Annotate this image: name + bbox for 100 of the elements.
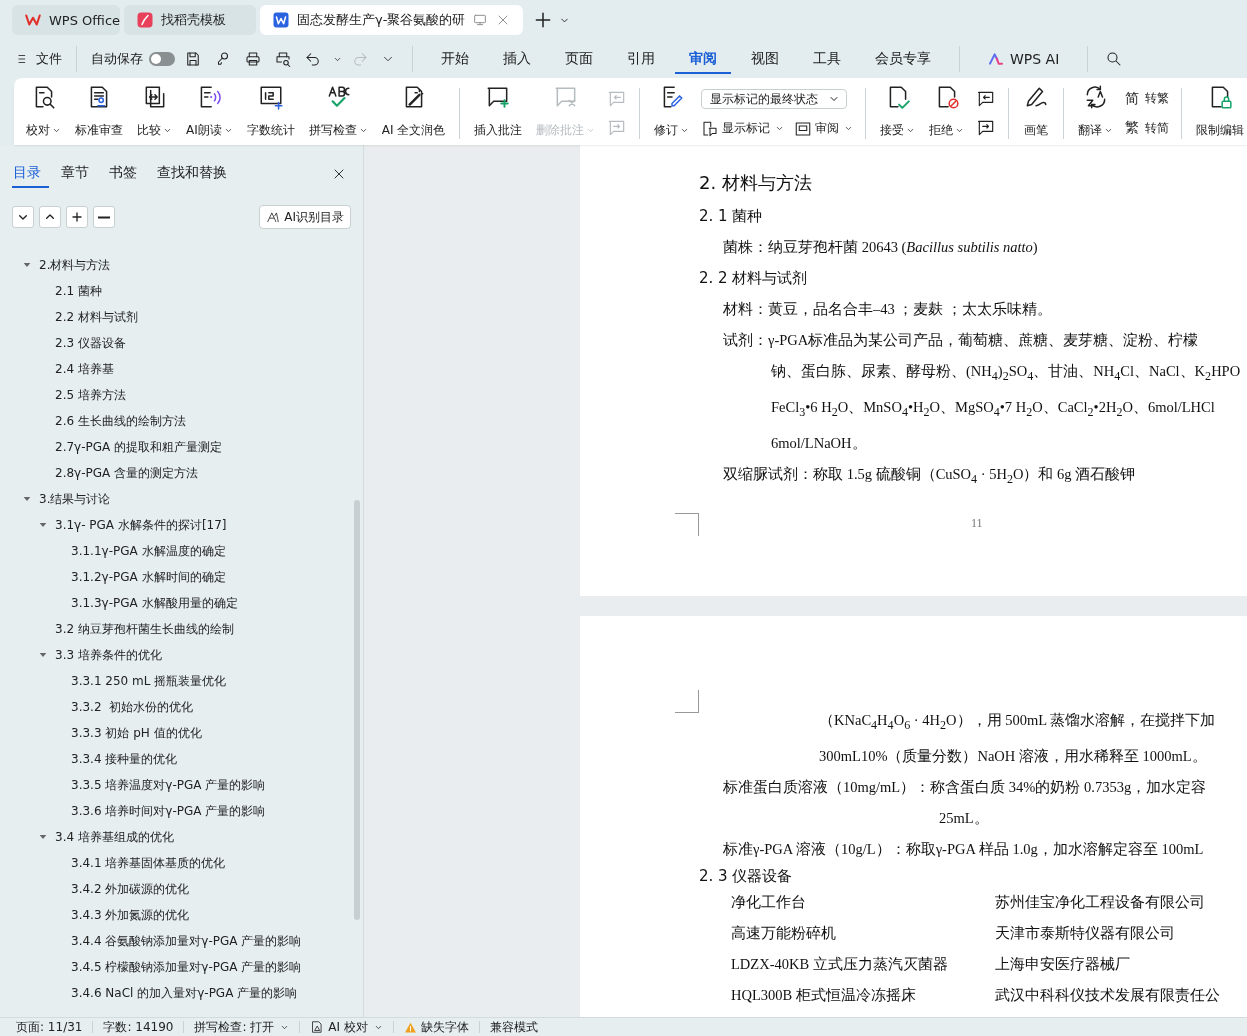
toc-item[interactable]: 3.4.2 外加碳源的优化 (71, 880, 190, 898)
ai-toc-button[interactable]: AI识别目录 (259, 205, 351, 229)
toc-item[interactable]: 3.4 培养基组成的优化 (55, 828, 174, 846)
toc-item[interactable]: 3.4.1 培养基固体基质的优化 (71, 854, 226, 872)
window-tab[interactable]: 找稻壳模板 (124, 5, 256, 35)
toc-item[interactable]: 3.4.6 NaCl 的加入量对γ-PGA 产量的影响 (71, 984, 298, 1002)
convert-button[interactable]: 简 转繁 (1125, 89, 1170, 108)
toc-item[interactable]: 2.5 培养方法 (55, 386, 126, 404)
manufacturer-name: 武汉中科科仪技术发展有限责任公 (995, 985, 1220, 1005)
caret-icon (223, 126, 233, 135)
document-warning-icon (310, 1020, 325, 1034)
chevron-down-button[interactable] (12, 206, 34, 228)
panel-tab[interactable]: 章节 (60, 160, 97, 188)
toc-item[interactable]: 2.3 仪器设备 (55, 334, 126, 352)
ribbon-tab[interactable]: 会员专享 (861, 44, 945, 74)
window-tab[interactable]: 固态发酵生产γ-聚谷氨酸的研 (260, 5, 524, 35)
chevron-up-button[interactable] (39, 206, 61, 228)
paragraph-line: 试剂：γ-PGA标准品为某公司产品，葡萄糖、蔗糖、麦芽糖、淀粉、柠檬 (722, 331, 1200, 350)
page-number: 11 (970, 515, 984, 531)
ribbon-button[interactable]: AI 全文润色 (375, 82, 452, 145)
toc-item[interactable]: 3.3.5 培养温度对γ-PGA 产量的影响 (71, 776, 266, 794)
save-icon[interactable] (184, 50, 202, 68)
toc-item[interactable]: 2.1 菌种 (55, 282, 102, 300)
undo-icon[interactable] (304, 50, 322, 68)
file-menu[interactable]: 文件 (16, 50, 62, 68)
toc-item[interactable]: 3.3.1 250 mL 摇瓶装量优化 (71, 672, 227, 690)
plus-button[interactable] (66, 206, 88, 228)
panel-tab[interactable]: 查找和替换 (156, 160, 235, 188)
toc-item[interactable]: 2.材料与方法 (39, 256, 111, 274)
status-menu[interactable]: 拼写检查: 打开 (194, 1018, 290, 1036)
equipment-name: 高速万能粉碎机 (731, 923, 837, 943)
toc-item[interactable]: 2.7γ-PGA 的提取和粗产量测定 (55, 438, 223, 456)
ribbon-button[interactable]: 限制编辑 (1190, 82, 1247, 145)
ribbon-button[interactable]: 审阅 (794, 119, 854, 138)
status-menu[interactable]: AI 校对 (310, 1018, 383, 1036)
ribbon-tab[interactable]: 引用 (613, 44, 669, 74)
ribbon-button[interactable]: AI朗读 (180, 82, 239, 145)
ribbon-button[interactable]: 插入批注 (468, 82, 529, 145)
ribbon-tab[interactable]: 视图 (737, 44, 793, 74)
status-button[interactable]: 缺失字体 (403, 1018, 469, 1036)
ribbon-button[interactable]: 拒绝 (923, 82, 971, 145)
toc-item[interactable]: 3.4.3 外加氮源的优化 (71, 906, 190, 924)
minus-button[interactable] (93, 206, 115, 228)
print-icon[interactable] (244, 50, 262, 68)
toc-item[interactable]: 3.1γ- PGA 水解条件的探讨[17] (55, 516, 227, 534)
equipment-name: LDZX-40KB 立式压力蒸汽灭菌器 (731, 954, 949, 974)
ribbon-tab[interactable]: 插入 (489, 44, 545, 74)
toc-item[interactable]: 3.1.2γ-PGA 水解时间的确定 (71, 568, 226, 586)
paragraph-line: 钠、蛋白胨、尿素、酵母粉、(NH$_{4}$)$_{2}$SO$_{4}$、甘油、NH$_{4}$Cl、NaCl、K$_{2}$HPO (770, 362, 1242, 385)
toc-item[interactable]: 2.4 培养基 (55, 360, 114, 378)
toc-item[interactable]: 3.3.2 初始水份的优化 (71, 698, 194, 716)
ribbon-tab[interactable]: 工具 (799, 44, 855, 74)
panel-tab[interactable]: 目录 (12, 160, 49, 188)
toc-item[interactable]: 3.3.6 培养时间对γ-PGA 产量的影响 (71, 802, 266, 820)
caret-icon (358, 126, 368, 135)
ribbon-tab[interactable]: 开始 (427, 44, 483, 74)
ribbon-button[interactable]: 标准审查 (69, 82, 129, 145)
autosave-switch[interactable] (149, 52, 175, 66)
toc-item[interactable]: 3.3 培养条件的优化 (55, 646, 162, 664)
ai-button[interactable]: WPS AI (974, 45, 1074, 73)
pane-icon (794, 119, 813, 138)
ribbon-button[interactable]: 画笔 (1017, 82, 1056, 145)
convert-button[interactable]: 繁 转简 (1125, 119, 1170, 138)
counter-icon (257, 84, 284, 110)
ribbon-button[interactable]: 显示标记 (701, 119, 785, 138)
toc-item[interactable]: 3.3.4 接种量的优化 (71, 750, 178, 768)
toc-item[interactable]: 2.8γ-PGA 含量的测定方法 (55, 464, 199, 482)
paragraph-line: 标准蛋白质溶液（10mg/mL）：称含蛋白质 34%的奶粉 0.7353g，加水定容 (722, 777, 1208, 797)
toc-item[interactable]: 3.1.3γ-PGA 水解酸用量的确定 (71, 594, 238, 612)
ribbon-button[interactable]: 修订 (648, 82, 696, 145)
crop-mark (675, 512, 699, 536)
ribbon-tab[interactable]: 审阅 (675, 44, 731, 74)
toc-item[interactable]: 3.结果与讨论 (39, 490, 111, 508)
scrollbar-thumb[interactable] (354, 500, 360, 920)
ribbon-button[interactable]: 字数统计 (240, 82, 301, 145)
toc-item[interactable]: 3.1.1γ-PGA 水解温度的确定 (71, 542, 226, 560)
caret-icon (680, 126, 690, 135)
print-preview-icon[interactable] (274, 50, 292, 68)
window-tab[interactable]: WPS Office (12, 5, 120, 35)
toc-item[interactable]: 3.4.4 谷氨酸钠添加量对γ-PGA 产量的影响 (71, 932, 302, 950)
dropdown-field[interactable]: 显示标记的最终状态 (701, 89, 848, 110)
status-text: 兼容模式 (489, 1018, 538, 1036)
ribbon-button[interactable]: 翻译 (1072, 82, 1120, 145)
toc-item[interactable]: 3.3.3 初始 pH 值的优化 (71, 724, 202, 742)
ribbon-button[interactable]: 接受 (874, 82, 922, 145)
monitor-icon[interactable] (472, 12, 489, 28)
ai-scan-icon (266, 210, 281, 224)
toc-item[interactable]: 3.4.5 柠檬酸钠添加量对γ-PGA 产量的影响 (71, 958, 302, 976)
paragraph-line: 双缩脲试剂：称取 1.5g 硫酸铜（CuSO$_{4}$ · 5H$_{2}$O）和 6g 酒石酸钾 (722, 464, 1137, 488)
paragraph-line: 6mol/LNaOH。 (770, 433, 868, 453)
toc-item[interactable]: 3.2 纳豆芽孢杆菌生长曲线的绘制 (55, 620, 234, 638)
equipment-name: 净化工作台 (731, 892, 807, 912)
ribbon-button[interactable]: 校对 (20, 82, 67, 145)
panel-tab[interactable]: 书签 (108, 160, 145, 188)
ribbon-button[interactable]: 比较 (131, 82, 178, 145)
toc-item[interactable]: 2.6 生长曲线的绘制方法 (55, 412, 186, 430)
ribbon-tab[interactable]: 页面 (551, 44, 607, 74)
paragraph-line: 25mL。 (938, 808, 990, 828)
ribbon-button[interactable]: 拼写检查 (302, 82, 374, 145)
toc-item[interactable]: 2.2 材料与试剂 (55, 308, 138, 326)
